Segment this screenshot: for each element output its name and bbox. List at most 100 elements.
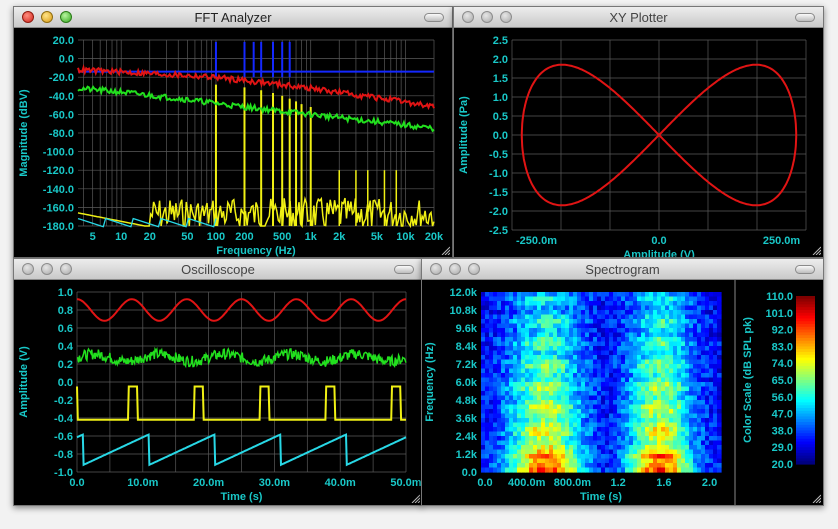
spectrogram-cell	[697, 337, 702, 343]
spectrogram-cell	[621, 305, 626, 311]
spectrogram-cell	[717, 404, 722, 410]
spectrogram-cell	[517, 355, 522, 361]
spectrogram-cell	[521, 386, 526, 392]
spectrogram-cell	[713, 359, 718, 365]
spectrogram-cell	[561, 296, 566, 302]
spectrogram-cell	[557, 364, 562, 370]
spectrogram-cell	[613, 341, 618, 347]
spectrogram-cell	[485, 310, 490, 316]
spectrogram-cell	[657, 445, 662, 451]
spectrogram-cell	[565, 386, 570, 392]
spectrogram-cell	[677, 400, 682, 406]
spectrogram-cell	[509, 400, 514, 406]
spectrogram-cell	[485, 454, 490, 460]
spectrogram-cell	[625, 319, 630, 325]
toolbar-toggle-button[interactable]	[394, 265, 414, 274]
spectrogram-cell	[537, 445, 542, 451]
spectrogram-cell	[669, 310, 674, 316]
toolbar-toggle-button[interactable]	[424, 13, 444, 22]
window-titlebar[interactable]: Spectrogram	[422, 259, 823, 280]
spectrogram-cell	[685, 454, 690, 460]
spectrogram-cell	[545, 359, 550, 365]
spectrogram-cell	[581, 440, 586, 446]
spectrogram-cell	[493, 355, 498, 361]
window-title: Oscilloscope	[181, 262, 255, 277]
spectrogram-cell	[529, 368, 534, 374]
spectrogram-cell	[577, 355, 582, 361]
spectrogram-cell	[633, 404, 638, 410]
spectrogram-cell	[501, 319, 506, 325]
spectrogram-cell	[557, 463, 562, 469]
resize-grip[interactable]	[410, 493, 420, 503]
spectrogram-cell	[517, 418, 522, 424]
spectrogram-cell	[573, 346, 578, 352]
spectrogram-cell	[649, 314, 654, 320]
spectrogram-cell	[621, 323, 626, 329]
spectrogram-cell	[649, 292, 654, 298]
spectrogram-cell	[653, 377, 658, 383]
spectrogram-cell	[593, 418, 598, 424]
spectrogram-cell	[609, 305, 614, 311]
spectrogram-cell	[565, 319, 570, 325]
spectrogram-cell	[685, 467, 690, 473]
spectrogram-cell	[549, 328, 554, 334]
spectrogram-cell	[581, 467, 586, 473]
toolbar-toggle-button[interactable]	[795, 265, 815, 274]
spectrogram-cell	[505, 467, 510, 473]
spectrogram-cell	[481, 454, 486, 460]
spectrogram-cell	[653, 314, 658, 320]
spectrogram-cell	[661, 305, 666, 311]
spectrogram-cell	[681, 431, 686, 437]
spectrogram-cell	[677, 449, 682, 455]
spectrogram-cell	[581, 431, 586, 437]
spectrogram-cell	[625, 386, 630, 392]
resize-grip[interactable]	[811, 493, 821, 503]
spectrogram-cell	[541, 368, 546, 374]
spectrogram-cell	[621, 467, 626, 473]
spectrogram-cell	[545, 395, 550, 401]
spectrogram-cell	[481, 409, 486, 415]
resize-grip[interactable]	[440, 245, 450, 255]
window-titlebar[interactable]: FFT Analyzer	[14, 7, 452, 28]
spectrogram-cell	[617, 404, 622, 410]
spectrogram-cell	[685, 301, 690, 307]
spectrogram-cell	[589, 319, 594, 325]
spectrogram-cell	[709, 454, 714, 460]
spectrogram-cell	[497, 436, 502, 442]
spectrogram-cell	[605, 404, 610, 410]
spectrogram-cell	[585, 400, 590, 406]
spectrogram-cell	[597, 445, 602, 451]
spectrogram-cell	[489, 409, 494, 415]
spectrogram-cell	[521, 332, 526, 338]
toolbar-toggle-button[interactable]	[795, 13, 815, 22]
spectrogram-cell	[577, 386, 582, 392]
spectrogram-cell	[645, 296, 650, 302]
spectrogram-cell	[645, 395, 650, 401]
resize-grip[interactable]	[811, 245, 821, 255]
window-titlebar[interactable]: Oscilloscope	[14, 259, 422, 280]
spectrogram-cell	[665, 445, 670, 451]
spectrogram-cell	[705, 431, 710, 437]
spectrogram-cell	[621, 377, 626, 383]
spectrogram-cell	[481, 359, 486, 365]
spectrogram-cell	[685, 332, 690, 338]
spectrogram-cell	[557, 454, 562, 460]
spectrogram-cell	[521, 418, 526, 424]
spectrogram-cell	[641, 427, 646, 433]
spectrogram-cell	[577, 337, 582, 343]
spectrogram-cell	[541, 301, 546, 307]
spectrogram-cell	[693, 292, 698, 298]
spectrogram-cell	[677, 418, 682, 424]
window-titlebar[interactable]: XY Plotter	[454, 7, 823, 28]
spectrogram-cell	[529, 301, 534, 307]
spectrogram-cell	[629, 413, 634, 419]
spectrogram-cell	[561, 373, 566, 379]
spectrogram-cell	[717, 391, 722, 397]
spectrogram-cell	[673, 301, 678, 307]
spectrogram-cell	[681, 409, 686, 415]
spectrogram-cell	[581, 386, 586, 392]
spectrogram-cell	[553, 337, 558, 343]
color-scale-tick: 101.0	[765, 308, 793, 320]
spectrogram-cell	[605, 449, 610, 455]
spectrogram-cell	[585, 328, 590, 334]
